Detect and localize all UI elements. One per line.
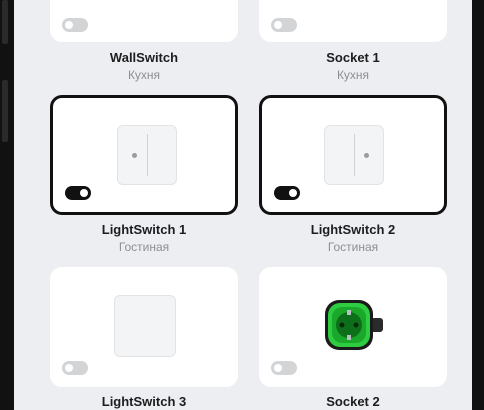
phone-frame: WallSwitch Кухня Socket 1 Кухня LightSwi… [0, 0, 484, 410]
device-card-lightswitch-3[interactable] [50, 267, 238, 387]
device-name: Socket 2 [326, 394, 380, 409]
light-switch-icon [324, 125, 384, 185]
device-card-socket-1[interactable] [259, 0, 447, 42]
device-toggle[interactable] [65, 186, 91, 200]
device-room: Кухня [127, 68, 161, 82]
device-name: WallSwitch [109, 50, 179, 65]
device-toggle[interactable] [62, 18, 88, 32]
device-toggle[interactable] [271, 361, 297, 375]
volume-button [2, 0, 8, 44]
device-toggle[interactable] [274, 186, 300, 200]
device-name: LightSwitch 1 [101, 222, 187, 237]
device-card-wallswitch[interactable] [50, 0, 238, 42]
socket-icon [325, 300, 383, 350]
device-name: Socket 1 [326, 50, 380, 65]
device-room: Гостиная [118, 240, 170, 254]
device-room: Гостиная [327, 240, 379, 254]
device-card-lightswitch-1[interactable] [50, 95, 238, 215]
light-switch-icon [114, 295, 176, 357]
device-toggle[interactable] [271, 18, 297, 32]
device-card-socket-2[interactable] [259, 267, 447, 387]
device-grid: WallSwitch Кухня Socket 1 Кухня LightSwi… [14, 0, 472, 410]
side-button [2, 80, 8, 142]
light-switch-icon [117, 125, 177, 185]
device-toggle[interactable] [62, 361, 88, 375]
device-card-lightswitch-2[interactable] [259, 95, 447, 215]
device-name: LightSwitch 2 [310, 222, 396, 237]
device-room: Кухня [336, 68, 370, 82]
device-name: LightSwitch 3 [101, 394, 187, 409]
